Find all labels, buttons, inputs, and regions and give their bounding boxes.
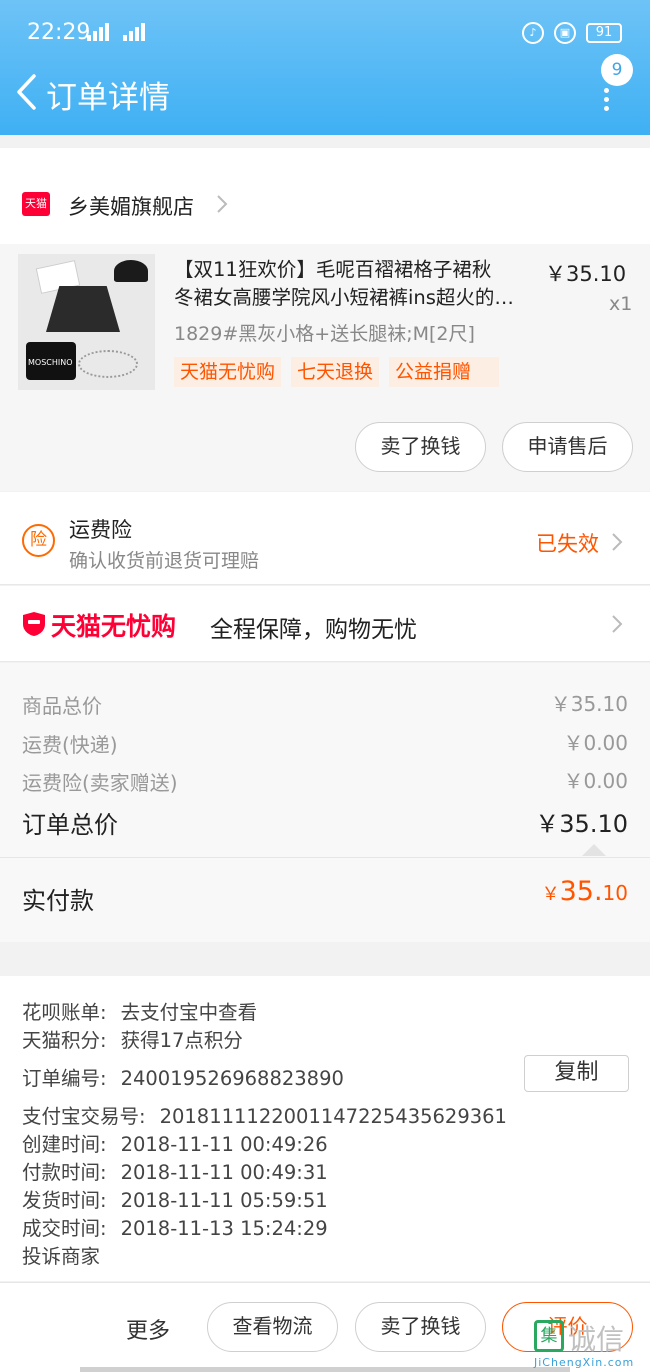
chevron-right-icon <box>612 615 623 633</box>
product-image[interactable]: MOSCHINO <box>18 254 155 390</box>
vibrate-icon: ♪ <box>522 22 544 44</box>
info-row-points: 天猫积分: 获得17点积分 <box>22 1029 243 1052</box>
info-row-alipay-no: 支付宝交易号: 2018111122001147225435629361 <box>22 1105 507 1128</box>
product-quantity: x1 <box>609 293 633 315</box>
insurance-icon: 险 <box>22 524 55 557</box>
tmall-logo-icon: 天猫 <box>22 192 50 216</box>
insurance-status: 已失效 <box>536 532 599 556</box>
logistics-button[interactable]: 查看物流 <box>207 1302 338 1352</box>
more-button[interactable]: 更多 <box>126 1313 170 1345</box>
page-title: 订单详情 <box>46 80 170 116</box>
info-row-shipped: 发货时间: 2018-11-11 05:59:51 <box>22 1189 328 1212</box>
tmall-shield-icon <box>23 612 45 636</box>
chevron-right-icon <box>612 533 623 551</box>
info-row-huabei[interactable]: 花呗账单: 去支付宝中查看 <box>22 996 257 1025</box>
status-bar: 22:29 ♪ ▣ 91 <box>0 0 650 66</box>
shipping-insurance-label: 运费险(卖家赠送) <box>22 771 178 795</box>
info-row-paid: 付款时间: 2018-11-11 00:49:31 <box>22 1161 328 1184</box>
product-sku: 1829#黑灰小格+送长腿袜;M[2尺] <box>174 323 475 345</box>
watermark-logo-icon: 集 <box>534 1320 564 1352</box>
more-menu-icon[interactable] <box>603 88 611 111</box>
watermark-url: JiChengXin.com <box>534 1356 635 1369</box>
tag-7day-return: 七天退换 <box>291 357 380 387</box>
worry-free-text: 全程保障，购物无忧 <box>210 617 417 643</box>
order-total-value: ￥35.10 <box>535 810 628 838</box>
tag-worry-free: 天猫无忧购 <box>174 357 282 387</box>
aftersale-button[interactable]: 申请售后 <box>502 422 633 472</box>
worry-free-brand: 天猫无忧购 <box>51 612 177 641</box>
signal-2-icon <box>123 22 147 42</box>
product-price: ￥35.10 <box>545 262 627 286</box>
info-row-created: 创建时间: 2018-11-11 00:49:26 <box>22 1133 328 1156</box>
lock-icon: ▣ <box>554 22 576 44</box>
copy-button[interactable]: 复制 <box>524 1055 629 1092</box>
shipping-label: 运费(快递) <box>22 733 118 757</box>
shipping-value: ￥0.00 <box>563 731 628 755</box>
shop-name[interactable]: 乡美媚旗舰店 <box>68 191 194 221</box>
app-header: 22:29 ♪ ▣ 91 订单详情 9 <box>0 0 650 135</box>
goods-total-value: ￥35.10 <box>550 692 628 716</box>
order-total-label: 订单总价 <box>22 811 118 839</box>
watermark: 集 诚信 JiChengXin.com <box>534 1320 650 1372</box>
top-strip <box>0 148 650 164</box>
signal-1-icon <box>87 22 111 42</box>
tag-charity: 公益捐赠 <box>389 357 500 387</box>
back-icon[interactable] <box>14 72 44 112</box>
paid-value: ￥35.10 <box>541 876 628 907</box>
sell-button[interactable]: 卖了换钱 <box>355 422 486 472</box>
watermark-text: 诚信 <box>568 1323 625 1356</box>
product-title[interactable]: 【双11狂欢价】毛呢百褶裙格子裙秋 冬裙女高腰学院风小短裙裤ins超火的… <box>174 256 536 312</box>
info-row-completed: 成交时间: 2018-11-13 15:24:29 <box>22 1217 328 1240</box>
info-row-order-no: 订单编号: 240019526968823890 <box>22 1067 344 1090</box>
gesture-bar <box>80 1367 570 1372</box>
insurance-subtitle: 确认收货前退货可理赔 <box>69 550 260 572</box>
paid-label: 实付款 <box>22 887 94 915</box>
status-time: 22:29 <box>27 20 91 45</box>
service-tags: 天猫无忧购 七天退换 公益捐赠 <box>174 357 500 387</box>
insurance-title: 运费险 <box>69 518 132 542</box>
battery-icon: 91 <box>586 23 622 43</box>
chevron-right-icon <box>217 195 228 213</box>
message-badge[interactable]: 9 <box>601 54 633 86</box>
shipping-insurance-value: ￥0.00 <box>563 769 628 793</box>
complain-link[interactable]: 投诉商家 <box>22 1240 100 1269</box>
caret-up-icon <box>582 844 606 856</box>
goods-total-label: 商品总价 <box>22 694 102 718</box>
sell-button-bottom[interactable]: 卖了换钱 <box>355 1302 486 1352</box>
status-right: ♪ ▣ 91 <box>522 22 622 44</box>
